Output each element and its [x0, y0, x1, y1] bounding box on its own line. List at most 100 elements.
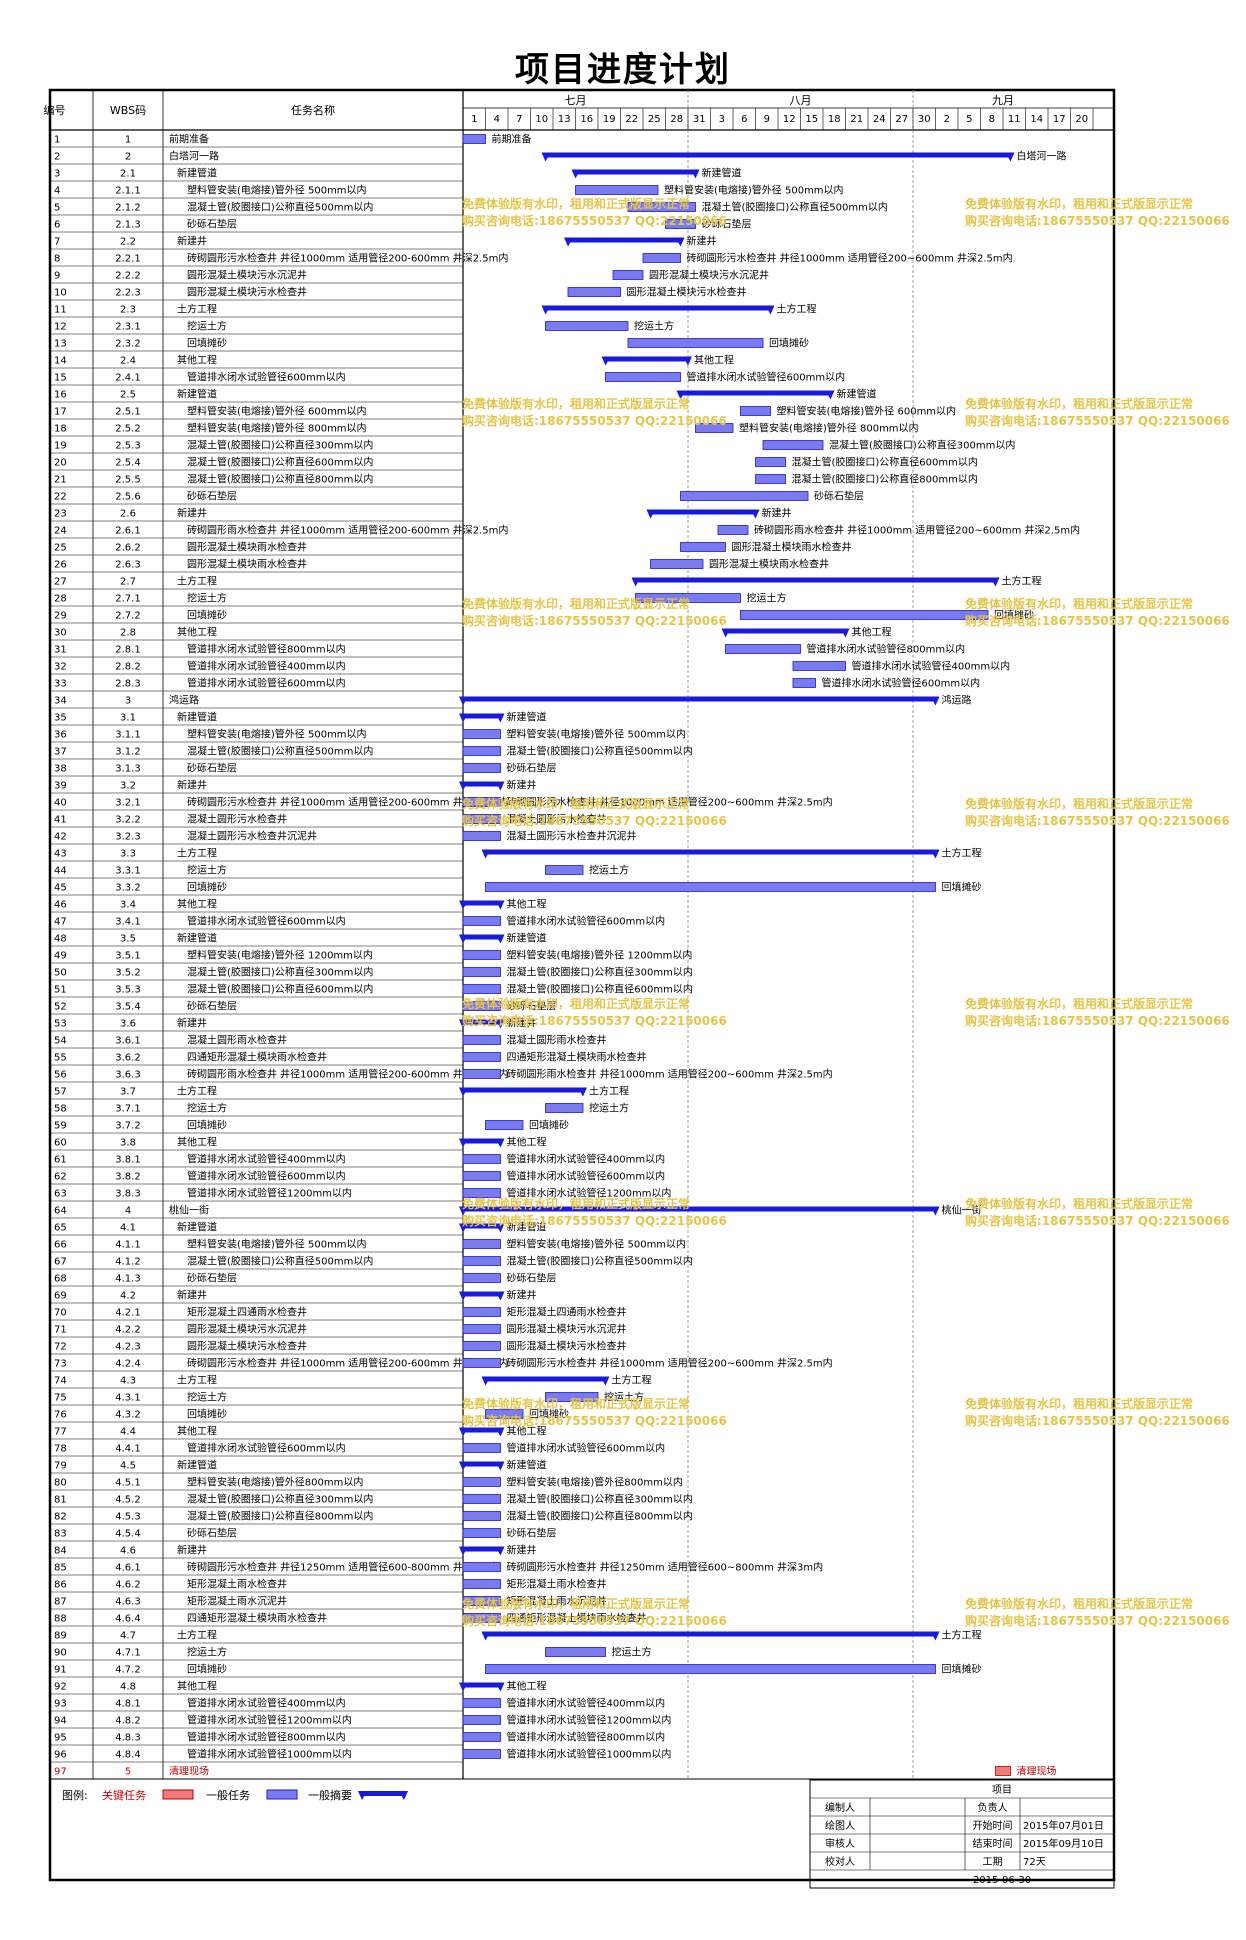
- task-bar[interactable]: [762, 440, 824, 450]
- watermark-text: 免费体验版有水印，租用和正式版显示正常: [965, 1396, 1193, 1411]
- bar-label: 其他工程: [507, 1680, 547, 1693]
- task-bar[interactable]: [605, 372, 681, 382]
- bar-label: 挖运土方: [634, 320, 674, 333]
- bar-label: 清理现场: [1017, 1765, 1057, 1778]
- task-bar[interactable]: [650, 559, 704, 569]
- task-wbs: 4.7.1: [115, 1648, 140, 1659]
- watermark-text: 购买咨询电话:18675550537 QQ:22150066: [462, 813, 727, 828]
- task-bar[interactable]: [567, 287, 621, 297]
- task-bar[interactable]: [462, 831, 501, 841]
- task-bar[interactable]: [462, 1035, 501, 1045]
- task-wbs: 3.8: [120, 1138, 136, 1149]
- bar-label: 四通矩形混凝土模块雨水检查井: [507, 1051, 647, 1064]
- task-bar[interactable]: [462, 1052, 501, 1062]
- task-bar[interactable]: [462, 1477, 501, 1487]
- task-bar[interactable]: [462, 1579, 501, 1589]
- task-bar[interactable]: [717, 525, 749, 535]
- task-bar[interactable]: [462, 1511, 501, 1521]
- task-bar[interactable]: [575, 185, 659, 195]
- task-bar[interactable]: [462, 1273, 501, 1283]
- task-wbs: 3.1.1: [115, 730, 140, 741]
- task-bar[interactable]: [545, 1647, 606, 1657]
- task-bar[interactable]: [545, 321, 629, 331]
- task-bar[interactable]: [680, 542, 726, 552]
- bar-label: 管道排水闭水试验管径600mm以内: [687, 371, 846, 384]
- bar-label: 新建管道: [507, 1459, 547, 1472]
- task-bar[interactable]: [462, 729, 501, 739]
- task-bar[interactable]: [462, 1358, 501, 1368]
- task-bar[interactable]: [462, 1341, 501, 1351]
- task-bar[interactable]: [462, 1749, 501, 1759]
- task-name: 管道排水闭水试验管径600mm以内: [187, 915, 346, 928]
- day-label: 14: [1030, 114, 1043, 125]
- task-bar[interactable]: [462, 1562, 501, 1572]
- task-name: 塑料管安装(电熔接)管外径 800mm以内: [187, 422, 367, 435]
- task-name: 混凝土管(胶圈接口)公称直径600mm以内: [187, 983, 373, 996]
- info-cell: 工期: [983, 1856, 1003, 1868]
- task-bar[interactable]: [485, 1664, 936, 1674]
- task-bar[interactable]: [462, 1698, 501, 1708]
- task-bar[interactable]: [462, 950, 501, 960]
- task-bar[interactable]: [462, 984, 501, 994]
- task-no: 73: [54, 1359, 67, 1370]
- summary-bar: [463, 1427, 501, 1433]
- task-bar[interactable]: [462, 1307, 501, 1317]
- task-bar[interactable]: [462, 1732, 501, 1742]
- task-wbs: 2.1.3: [115, 220, 140, 231]
- task-bar[interactable]: [612, 270, 644, 280]
- task-bar[interactable]: [680, 491, 809, 501]
- task-name: 其他工程: [177, 354, 217, 367]
- task-bar[interactable]: [462, 1443, 501, 1453]
- task-no: 59: [54, 1121, 67, 1132]
- task-bar[interactable]: [462, 1154, 501, 1164]
- task-bar[interactable]: [485, 882, 936, 892]
- summary-bar: [463, 713, 501, 719]
- task-bar[interactable]: [755, 457, 786, 467]
- task-name: 圆形混凝土模块污水检查井: [187, 1340, 307, 1353]
- task-bar[interactable]: [725, 644, 801, 654]
- task-name: 桃仙一街: [169, 1204, 209, 1217]
- task-name: 新建管道: [177, 711, 217, 724]
- task-bar[interactable]: [545, 865, 584, 875]
- task-bar[interactable]: [627, 338, 764, 348]
- bar-label: 其他工程: [507, 898, 547, 911]
- task-bar[interactable]: [462, 1494, 501, 1504]
- task-no: 52: [54, 1002, 67, 1013]
- summary-bar: [463, 1138, 501, 1144]
- task-no: 20: [54, 458, 67, 469]
- task-bar[interactable]: [545, 1103, 584, 1113]
- day-label: 30: [918, 114, 931, 125]
- task-bar[interactable]: [642, 253, 681, 263]
- task-no: 13: [54, 339, 67, 350]
- bar-label: 新建井: [507, 1289, 537, 1302]
- task-bar[interactable]: [740, 406, 771, 416]
- bar-label: 砂砾石垫层: [507, 1272, 557, 1285]
- task-bar[interactable]: [462, 1715, 501, 1725]
- task-bar[interactable]: [792, 661, 846, 671]
- day-label: 8: [989, 114, 995, 125]
- task-bar[interactable]: [792, 678, 816, 688]
- task-bar[interactable]: [462, 1171, 501, 1181]
- task-bar[interactable]: [462, 1324, 501, 1334]
- task-bar[interactable]: [485, 1120, 524, 1130]
- task-bar[interactable]: [462, 134, 486, 144]
- task-wbs: 2.6.1: [115, 526, 140, 537]
- task-bar[interactable]: [740, 610, 989, 620]
- task-bar[interactable]: [462, 967, 501, 977]
- task-bar[interactable]: [755, 474, 786, 484]
- day-label: 19: [603, 114, 616, 125]
- task-bar[interactable]: [462, 1528, 501, 1538]
- task-no: 53: [54, 1019, 67, 1030]
- task-name: 挖运土方: [187, 320, 227, 333]
- task-bar[interactable]: [462, 746, 501, 756]
- task-bar[interactable]: [462, 763, 501, 773]
- task-bar[interactable]: [462, 1239, 501, 1249]
- task-name: 管道排水闭水试验管径800mm以内: [187, 1731, 346, 1744]
- task-bar[interactable]: [462, 916, 501, 926]
- task-name: 其他工程: [177, 1425, 217, 1438]
- task-bar[interactable]: [462, 1256, 501, 1266]
- critical-task-bar[interactable]: [995, 1766, 1011, 1776]
- task-bar[interactable]: [462, 1069, 501, 1079]
- task-name: 土方工程: [177, 575, 217, 588]
- task-no: 57: [54, 1087, 67, 1098]
